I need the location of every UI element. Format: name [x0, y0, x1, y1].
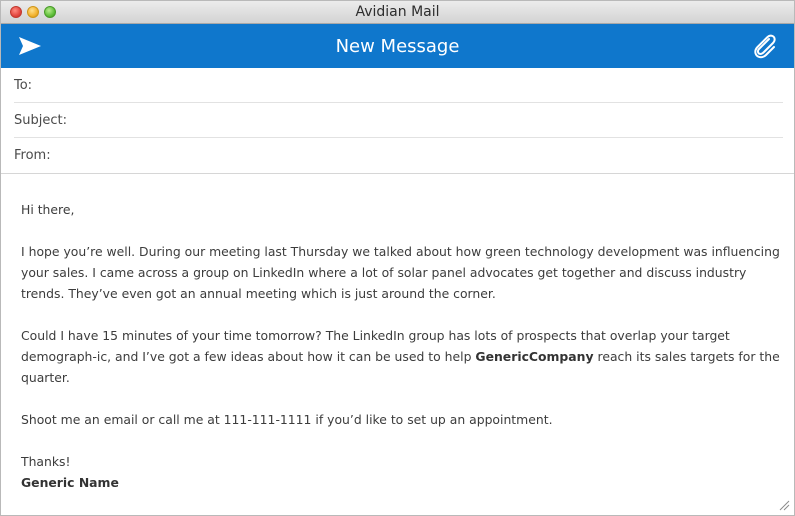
paragraph-3: Shoot me an email or call me at 111-111-… — [21, 412, 553, 427]
page-title: New Message — [335, 36, 460, 57]
from-label: From: — [14, 148, 51, 163]
address-fields: To: Subject: From: — [1, 68, 794, 174]
message-body[interactable]: Hi there, I hope you’re well. During our… — [21, 199, 781, 493]
to-row: To: — [14, 68, 783, 103]
signature: Generic Name — [21, 475, 119, 490]
subject-input[interactable] — [84, 108, 783, 134]
company-name: GenericCompany — [475, 349, 594, 364]
paragraph-2: Could I have 15 minutes of your time tom… — [21, 325, 781, 388]
title-bar: Avidian Mail — [1, 1, 794, 24]
to-input[interactable] — [84, 73, 783, 99]
closing-text: Thanks! — [21, 454, 71, 469]
to-label: To: — [14, 78, 33, 93]
subject-label: Subject: — [14, 113, 67, 128]
paperclip-icon — [754, 34, 776, 59]
resize-grip-icon[interactable] — [778, 499, 790, 511]
closing: Thanks! Generic Name — [21, 451, 781, 493]
from-row: From: — [14, 138, 783, 173]
attach-button[interactable] — [750, 33, 780, 61]
subject-row: Subject: — [14, 103, 783, 138]
mail-window: Avidian Mail New Message To: Subject: Fr… — [0, 0, 795, 516]
window-title: Avidian Mail — [355, 4, 440, 20]
compose-header: New Message — [1, 24, 794, 68]
greeting: Hi there, — [21, 202, 75, 217]
paragraph-1: I hope you’re well. During our meeting l… — [21, 244, 780, 301]
from-input[interactable] — [84, 143, 783, 169]
